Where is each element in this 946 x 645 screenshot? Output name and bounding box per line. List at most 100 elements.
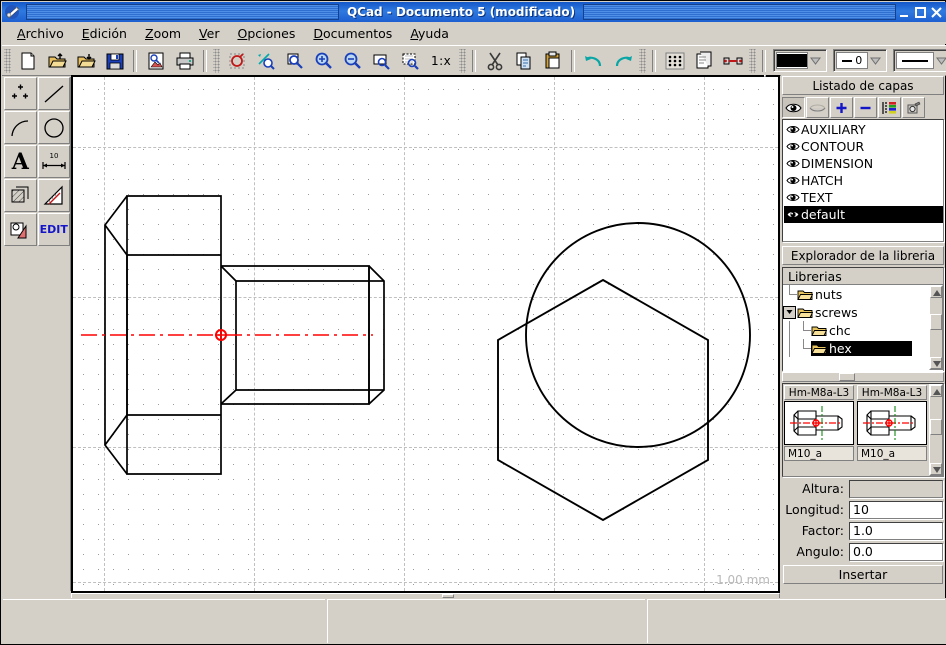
tree-scroll-down[interactable] [930,357,942,369]
zoom-out-icon[interactable] [339,48,366,74]
zoom-previous-icon[interactable] [397,48,424,74]
menu-documentos[interactable]: Documentos [304,24,401,43]
insert-button[interactable]: Insertar [783,565,943,584]
tool-line[interactable] [37,77,70,110]
toolbar-grip[interactable] [4,48,11,73]
print-icon[interactable] [171,48,198,74]
menu-opciones[interactable]: Opciones [228,24,304,43]
thumbnail-preview[interactable] [784,401,854,445]
tool-dimension[interactable]: 10 [37,145,70,178]
grid-snap-icon[interactable] [661,48,688,74]
tree-node-label: chc [811,323,851,338]
copy-icon[interactable] [510,48,537,74]
tree-scroll-thumb[interactable] [930,314,942,330]
tree-vscrollbar[interactable] [929,285,943,370]
show-all-layers-button[interactable] [782,97,805,118]
library-node-screws[interactable]: screws [783,303,943,321]
layer-visibility-icon[interactable] [785,174,800,187]
longitud-field[interactable]: 10 [849,500,943,519]
tree-hscrollbar[interactable] [782,372,944,382]
undo-icon[interactable] [580,48,607,74]
library-node-nuts[interactable]: nuts [783,285,943,303]
open-file-icon[interactable] [43,48,70,74]
layers-icon[interactable] [690,48,717,74]
menu-edicion[interactable]: Edición [73,24,136,43]
close-button[interactable] [930,6,943,19]
thumb-scroll-down[interactable] [930,463,942,475]
toolbar-grip-2[interactable] [213,48,220,73]
layer-list[interactable]: AUXILIARY CONTOUR DIMENSION HATCH TEXT defaul… [782,119,944,242]
menu-zoom[interactable]: Zoom [136,24,190,43]
factor-field[interactable]: 1.0 [849,521,943,540]
hide-all-layers-button[interactable] [806,97,829,118]
menu-ver[interactable]: Ver [190,24,228,43]
tool-edit[interactable]: EDIT [37,213,70,246]
cut-icon[interactable] [481,48,508,74]
chevron-down-icon[interactable] [934,51,946,70]
tool-info[interactable] [37,179,70,212]
canvas-vscrollbar[interactable] [764,75,766,77]
menu-ayuda[interactable]: Ayuda [401,24,458,43]
layer-row-default[interactable]: default [784,206,943,223]
layer-visibility-icon[interactable] [785,157,800,170]
layer-row-dimension[interactable]: DIMENSION [784,155,943,172]
tree-expander-icon[interactable] [783,305,796,319]
print-preview-icon[interactable] [142,48,169,74]
menu-archivo[interactable]: AArchivorchivo [8,24,73,43]
redo-icon[interactable] [609,48,636,74]
qcad-app-icon[interactable] [4,4,22,20]
layer-visibility-icon[interactable] [785,191,800,204]
endpoint-snap-icon[interactable] [719,48,746,74]
library-thumbnails[interactable]: Hm-M8a-L3 M10_a Hm-M8a-L3 M10_a [782,383,944,477]
toolbar-grip-3[interactable] [459,48,467,73]
pen-width-combo[interactable]: 0 [833,49,888,72]
tool-select[interactable] [4,213,37,246]
library-thumbnail[interactable]: Hm-M8a-L3 M10_a [784,385,854,461]
toolbar-grip-5[interactable] [749,48,757,73]
maximize-button[interactable] [914,6,927,19]
tree-scroll-up[interactable] [930,286,942,298]
angulo-field[interactable]: 0.0 [849,542,943,561]
library-node-hex[interactable]: hex [783,339,943,357]
layer-settings-button[interactable] [902,97,925,118]
new-file-icon[interactable] [14,48,41,74]
layer-row-contour[interactable]: CONTOUR [784,138,943,155]
tool-circle[interactable] [37,111,70,144]
layer-visibility-icon[interactable] [785,123,800,136]
chevron-down-icon[interactable] [868,51,883,70]
library-thumbnail[interactable]: Hm-M8a-L3 M10_a [857,385,927,461]
thumbnail-preview[interactable] [857,401,927,445]
tool-arc[interactable] [4,111,37,144]
zoom-auto-icon[interactable] [252,48,279,74]
thumb-scroll-thumb[interactable] [930,419,942,435]
zoom-in-icon[interactable] [310,48,337,74]
pen-linetype-combo[interactable] [893,49,946,72]
layer-visibility-icon[interactable] [785,140,800,153]
chevron-down-icon[interactable] [808,51,823,70]
pen-color-combo[interactable] [773,49,828,72]
save-icon[interactable] [101,48,128,74]
save-as-icon[interactable] [72,48,99,74]
add-layer-button[interactable] [830,97,853,118]
zoom-pan-icon[interactable] [368,48,395,74]
thumb-scroll-up[interactable] [930,385,942,397]
remove-layer-button[interactable] [854,97,877,118]
library-node-chc[interactable]: chc [783,321,943,339]
zoom-window-icon[interactable] [281,48,308,74]
tree-hscroll-thumb[interactable] [839,373,855,381]
thumb-vscrollbar[interactable] [929,384,943,476]
minimize-button[interactable] [898,6,911,19]
toolbar-grip-4[interactable] [639,48,647,73]
layer-visibility-icon[interactable] [785,208,800,221]
zoom-redraw-icon[interactable] [223,48,250,74]
drawing-canvas[interactable]: 1.00 mm [71,75,780,593]
library-tree[interactable]: Librerias nuts screws chc hex [782,267,944,371]
tool-points[interactable] [4,77,37,110]
tool-text[interactable]: A [4,145,37,178]
tool-hatch[interactable] [4,179,37,212]
edit-layer-button[interactable] [878,97,901,118]
layer-row-text[interactable]: TEXT [784,189,943,206]
layer-row-hatch[interactable]: HATCH [784,172,943,189]
paste-icon[interactable] [539,48,566,74]
layer-row-auxiliary[interactable]: AUXILIARY [784,121,943,138]
